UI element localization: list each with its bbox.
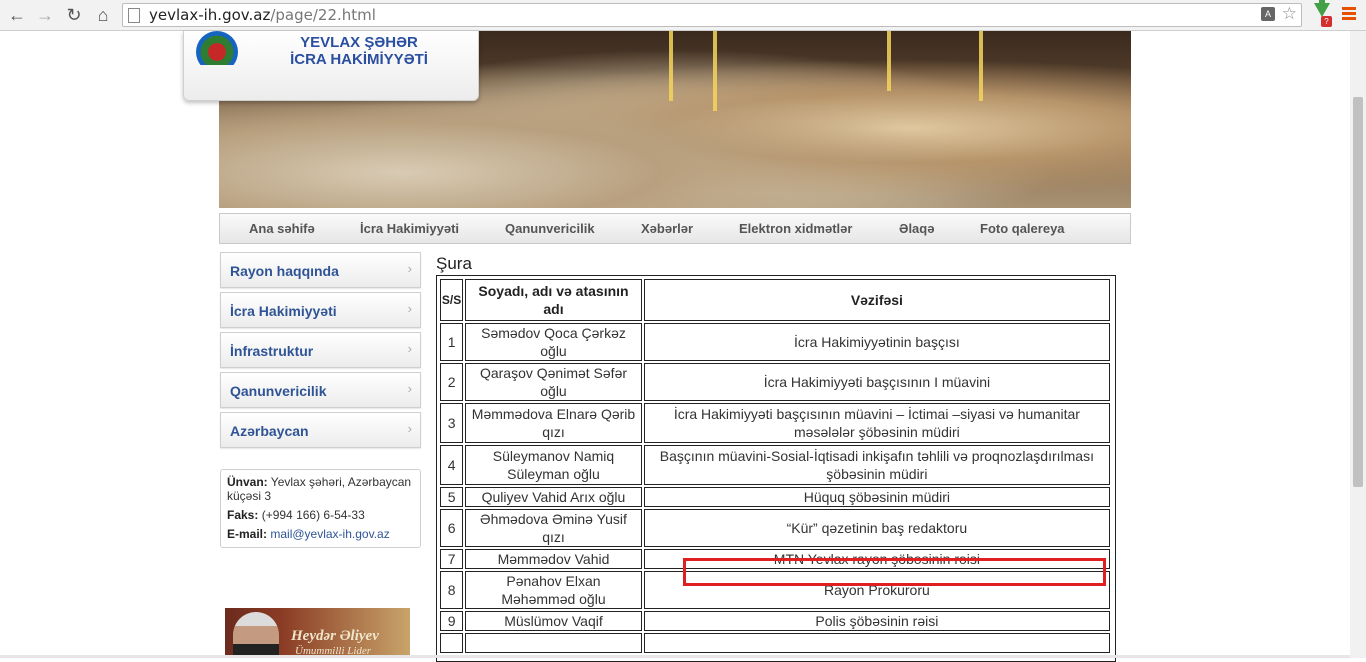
table-cell-n: 8 xyxy=(440,571,464,609)
sidebar-item-label: Azərbaycan xyxy=(230,423,309,439)
nav-news[interactable]: Xəbərlər xyxy=(641,221,693,236)
council-table: S/S Soyadı, adı və atasının adı Vəzifəsi… xyxy=(436,275,1116,662)
table-header-row: S/S Soyadı, adı və atasının adı Vəzifəsi xyxy=(440,279,1110,321)
sidebar-item-label: İnfrastruktur xyxy=(230,343,314,359)
chevron-right-icon: › xyxy=(407,341,412,356)
table-row: 5 Quliyev Vahid Arıx oğlu Hüquq şöbəsinin … xyxy=(440,487,1110,507)
table-row: 2 Qaraşov Qənimət Səfər oğlu İcra Hakimiyy… xyxy=(440,363,1110,401)
chevron-right-icon: › xyxy=(407,421,412,436)
star-icon[interactable]: ☆ xyxy=(1282,4,1297,24)
chevron-right-icon: › xyxy=(407,301,412,316)
table-row: 6 Əhmədova Əminə Yusif qızı “Kür” qəzetini… xyxy=(440,509,1110,547)
address-bar[interactable]: yevlax-ih.gov.az/page/22.html A ☆ xyxy=(122,3,1302,27)
scrollbar-thumb[interactable] xyxy=(1353,97,1363,487)
table-cell-position xyxy=(643,633,1110,653)
table-row: 1 Səmədov Qoca Çərkəz oğlu İcra Hakimiyyət… xyxy=(440,323,1110,361)
table-cell-n: 5 xyxy=(440,487,464,507)
email-link[interactable]: mail@yevlax-ih.gov.az xyxy=(270,527,389,541)
table-cell-n: 6 xyxy=(440,509,464,547)
address-line-2: küçəsi 3 xyxy=(227,489,272,503)
table-cell-position: İcra Hakimiyyəti başçısının I müavini xyxy=(643,363,1110,401)
table-cell-n xyxy=(440,633,464,653)
site-title: YEVLAX ŞƏHƏR İCRA HAKİMİYYƏTİ xyxy=(290,34,428,68)
site-logo[interactable]: YEVLAX ŞƏHƏR İCRA HAKİMİYYƏTİ xyxy=(183,31,479,101)
nav-legislation[interactable]: Qanunvericilik xyxy=(505,221,595,236)
table-cell-n: 4 xyxy=(440,445,464,485)
sidebar-item-legislation[interactable]: Qanunvericilik › xyxy=(220,372,421,408)
menu-icon[interactable] xyxy=(1342,7,1356,22)
sidebar-item-executive[interactable]: İcra Hakimiyyəti › xyxy=(220,292,421,328)
page-icon xyxy=(128,8,140,23)
column-header: S/S xyxy=(440,279,464,321)
table-cell-name: Məmmədova Elnarə Qərib qızı xyxy=(465,403,642,443)
column-header: Vəzifəsi xyxy=(643,279,1110,321)
table-cell-name: Məmmədov Vahid xyxy=(465,549,642,569)
table-cell-n: 1 xyxy=(440,323,464,361)
translate-icon[interactable]: A xyxy=(1261,7,1275,21)
address-line: Ünvan: Yevlax şəhəri, Azərbaycan xyxy=(227,475,412,489)
table-cell-position: Polis şöbəsinin rəisi xyxy=(643,611,1110,631)
sidebar-item-label: Qanunvericilik xyxy=(230,383,327,399)
table-cell-n: 9 xyxy=(440,611,464,631)
contact-box: Ünvan: Yevlax şəhəri, Azərbaycan küçəsi … xyxy=(220,469,421,548)
chevron-right-icon: › xyxy=(407,381,412,396)
home-icon[interactable]: ⌂ xyxy=(92,4,114,26)
table-cell-name xyxy=(465,633,642,653)
sidebar-item-infrastructure[interactable]: İnfrastruktur › xyxy=(220,332,421,368)
nav-e-services[interactable]: Elektron xidmətlər xyxy=(739,221,852,236)
sidebar-item-about-district[interactable]: Rayon haqqında › xyxy=(220,252,421,288)
column-header: Soyadı, adı və atasının adı xyxy=(465,279,642,321)
banner-name: Heydər Əliyev xyxy=(291,628,379,644)
table-row: 9 Müslümov Vaqif Polis şöbəsinin rəisi xyxy=(440,611,1110,631)
table-row: 4 Süleymanov Namiq Süleyman oğlu Başçının … xyxy=(440,445,1110,485)
table-cell-n: 2 xyxy=(440,363,464,401)
emblem-icon xyxy=(196,31,238,66)
table-cell-position: İcra Hakimiyyətinin başçısı xyxy=(643,323,1110,361)
sidebar-item-azerbaijan[interactable]: Azərbaycan › xyxy=(220,412,421,448)
table-row xyxy=(440,633,1110,653)
nav-home[interactable]: Ana səhifə xyxy=(249,221,315,236)
email-line: E-mail: mail@yevlax-ih.gov.az xyxy=(227,527,390,541)
table-cell-position: Hüquq şöbəsinin müdiri xyxy=(643,487,1110,507)
forward-icon[interactable]: → xyxy=(34,4,56,26)
portrait-image xyxy=(233,612,279,658)
sidebar-item-label: İcra Hakimiyyəti xyxy=(230,303,337,319)
table-cell-name: Müslümov Vaqif xyxy=(465,611,642,631)
table-cell-position: İcra Hakimiyyəti başçısının müavini – İc… xyxy=(643,403,1110,443)
table-cell-name: Süleymanov Namiq Süleyman oğlu xyxy=(465,445,642,485)
table-row: 3 Məmmədova Elnarə Qərib qızı İcra Hakimiy… xyxy=(440,403,1110,443)
nav-executive[interactable]: İcra Hakimiyyəti xyxy=(360,221,459,236)
download-extension-icon[interactable]: ? xyxy=(1312,0,1332,27)
table-cell-name: Pənahov Elxan Məhəmməd oğlu xyxy=(465,571,642,609)
sidebar-item-label: Rayon haqqında xyxy=(230,263,339,279)
vertical-scrollbar[interactable] xyxy=(1350,31,1366,658)
fax-line: Faks: (+994 166) 6-54-33 xyxy=(227,508,365,522)
highlight-box xyxy=(683,558,1106,586)
table-cell-n: 3 xyxy=(440,403,464,443)
table-cell-name: Quliyev Vahid Arıx oğlu xyxy=(465,487,642,507)
chevron-right-icon: › xyxy=(407,261,412,276)
nav-contact[interactable]: Əlaqə xyxy=(899,221,934,236)
table-cell-name: Qaraşov Qənimət Səfər oğlu xyxy=(465,363,642,401)
table-cell-position: “Kür” qəzetinin baş redaktoru xyxy=(643,509,1110,547)
main-navigation: Ana səhifə İcra Hakimiyyəti Qanunvericil… xyxy=(219,213,1131,244)
table-cell-position: Başçının müavini-Sosial-İqtisadi inkişaf… xyxy=(643,445,1110,485)
page-title: Şura xyxy=(436,254,472,273)
back-icon[interactable]: ← xyxy=(6,4,28,26)
heydar-aliyev-banner[interactable]: Heydər Əliyev Ümummilli Lider xyxy=(225,608,410,658)
table-cell-n: 7 xyxy=(440,549,464,569)
table-cell-name: Əhmədova Əminə Yusif qızı xyxy=(465,509,642,547)
url-text[interactable]: yevlax-ih.gov.az/page/22.html xyxy=(149,6,376,24)
browser-toolbar: ← → ↻ ⌂ yevlax-ih.gov.az/page/22.html A … xyxy=(0,0,1366,31)
nav-photo-gallery[interactable]: Foto qalereya xyxy=(980,221,1065,236)
table-cell-name: Səmədov Qoca Çərkəz oğlu xyxy=(465,323,642,361)
reload-icon[interactable]: ↻ xyxy=(63,4,85,26)
